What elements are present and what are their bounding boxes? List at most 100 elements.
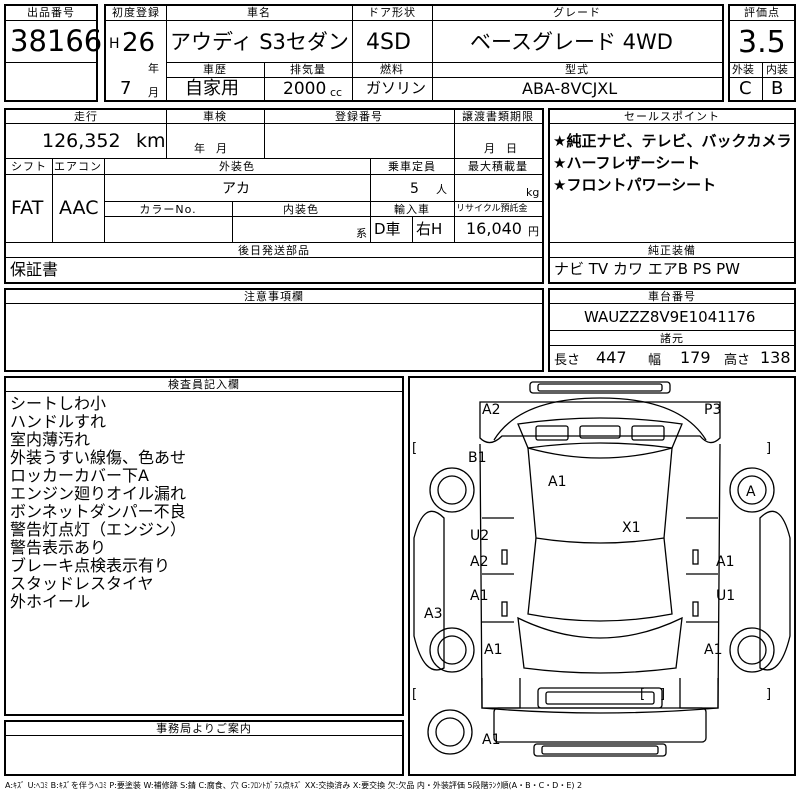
- diagram-bracket: [: [412, 441, 417, 456]
- int-color-unit: 系: [356, 227, 367, 240]
- fuel-label: 燃料: [380, 63, 404, 76]
- inspector-item: スタッドレスタイヤ: [10, 574, 154, 593]
- score: 3.5: [738, 25, 786, 60]
- inspector-item: ロッカーカバー下A: [10, 466, 149, 485]
- inspector-item: シートしわ小: [10, 394, 107, 413]
- import-hand: 右H: [416, 220, 443, 238]
- int-grade: B: [771, 78, 784, 99]
- legend: A:ｷｽﾞ U:ﾍｺﾐ B:ｷｽﾞを伴うﾍｺﾐ P:要塗装 W:補修跡 S:錆 …: [5, 781, 583, 790]
- height-label: 高さ: [724, 353, 751, 368]
- diagram-mark: A: [746, 484, 756, 500]
- inspector-notes: シートしわ小 ハンドルすれ 室内薄汚れ 外装うすい線傷、色あせ ロッカーカバー下…: [10, 395, 186, 611]
- load-unit: kg: [526, 186, 540, 199]
- diagram-mark: A1: [470, 588, 488, 604]
- inspector-item: ハンドルすれ: [10, 412, 107, 431]
- model-code: ABA-8VCJXL: [522, 79, 618, 98]
- dims-label: 諸元: [660, 332, 684, 345]
- import-label: 輸入車: [394, 203, 430, 216]
- diagram-mark: P3: [704, 402, 721, 418]
- ac: AAC: [59, 197, 99, 219]
- chassis-number: WAUZZZ8V9E1041176: [584, 308, 756, 326]
- inspector-item: 警告灯点灯（エンジン）: [10, 520, 187, 539]
- mileage-unit: km: [136, 130, 166, 152]
- diagram-mark: A2: [470, 554, 488, 570]
- diagram-mark: A2: [482, 402, 500, 418]
- diagram-mark: A1: [484, 642, 502, 658]
- diagram-mark: A1: [482, 732, 500, 748]
- color-label: 外装色: [219, 160, 255, 173]
- color-no-label: カラーNo.: [139, 203, 197, 216]
- displacement-label: 排気量: [290, 63, 326, 76]
- diagram-bracket: ]: [766, 441, 771, 456]
- recycle-amount: 16,040: [466, 219, 522, 238]
- diagram-bracket: ]: [660, 687, 665, 702]
- inspection-unit: 年 月: [194, 142, 227, 155]
- height: 138: [760, 348, 791, 367]
- recycle-label: リサイクル預託金: [456, 204, 528, 214]
- inspector-item: 外装うすい線傷、色あせ: [10, 448, 187, 467]
- mileage-label: 走行: [74, 110, 98, 123]
- delivery-label: 後日発送部品: [238, 244, 310, 257]
- recycle-unit: 円: [528, 225, 539, 238]
- inspector-item: 外ホイール: [10, 592, 91, 611]
- int-label: 内装: [766, 63, 788, 76]
- diagram-mark: A1: [704, 642, 722, 658]
- inspector-item: ボンネットダンパー不良: [10, 502, 186, 521]
- width-label: 幅: [648, 353, 662, 368]
- capacity-unit: 人: [436, 183, 447, 196]
- delivery-parts: 保証書: [10, 260, 59, 279]
- color: アカ: [222, 181, 250, 197]
- grade-label: グレード: [553, 6, 601, 19]
- diagram-mark: B1: [468, 450, 487, 466]
- sales-point: ★純正ナビ、テレビ、バックカメラ: [553, 132, 792, 150]
- mileage: 126,352: [42, 130, 121, 152]
- inspector-item: エンジン廻りオイル漏れ: [10, 484, 187, 503]
- equipment: ナビ TV カワ エアB PS PW: [554, 260, 740, 278]
- first-reg-label: 初度登録: [112, 6, 160, 19]
- load-label: 最大積載量: [468, 160, 528, 173]
- ac-label: エアコン: [54, 160, 102, 173]
- sales-point: ★フロントパワーシート: [553, 176, 717, 194]
- auction-sheet: 出品番号 38166 初度登録 H 26 年 7 月 車名 アウディ S3セダン…: [0, 0, 800, 800]
- car-name: アウディ S3セダン: [170, 30, 349, 54]
- shift-label: シフト: [11, 160, 47, 173]
- displacement-unit: cc: [330, 86, 343, 99]
- model-label: 型式: [565, 63, 589, 76]
- transfer-unit: 月 日: [484, 142, 517, 155]
- reg-no-label: 登録番号: [335, 110, 383, 123]
- width: 179: [680, 348, 711, 367]
- inspection-label: 車検: [203, 110, 227, 123]
- diagram-bracket: [: [412, 687, 417, 702]
- diagram-mark: U2: [470, 528, 489, 544]
- door-type: 4SD: [366, 30, 411, 55]
- diagram-mark: A1: [716, 554, 734, 570]
- length-label: 長さ: [554, 353, 581, 368]
- inspector-label: 検査員記入欄: [168, 378, 240, 391]
- equipment-label: 純正装備: [648, 244, 696, 257]
- inspector-item: 警告表示あり: [10, 538, 107, 557]
- capacity-label: 乗車定員: [388, 160, 436, 173]
- history: 自家用: [185, 78, 239, 99]
- sales-points-label: セールスポイント: [624, 110, 720, 123]
- ext-label: 外装: [732, 63, 754, 76]
- door-label: ドア形状: [368, 6, 416, 19]
- office-label: 事務局よりご案内: [156, 722, 252, 735]
- lot-no-label: 出品番号: [27, 6, 75, 19]
- fuel: ガソリン: [366, 79, 427, 97]
- capacity: 5: [410, 181, 419, 197]
- month-unit: 月: [148, 86, 159, 99]
- diagram-mark: A1: [548, 474, 566, 490]
- era-letter: H: [109, 36, 120, 52]
- int-color-label: 内装色: [283, 203, 319, 216]
- diagram-bracket: [: [640, 687, 645, 702]
- ext-grade: C: [739, 78, 752, 99]
- diagram-mark: A3: [424, 606, 442, 622]
- car-name-label: 車名: [247, 6, 271, 19]
- transfer-label: 譲渡書類期限: [462, 110, 534, 123]
- score-label: 評価点: [744, 6, 780, 19]
- inspector-item: 室内薄汚れ: [10, 430, 91, 449]
- grade: ベースグレード 4WD: [470, 30, 673, 54]
- lot-no: 38166: [10, 24, 103, 58]
- diagram-mark: U1: [716, 588, 735, 604]
- history-label: 車歴: [203, 63, 227, 76]
